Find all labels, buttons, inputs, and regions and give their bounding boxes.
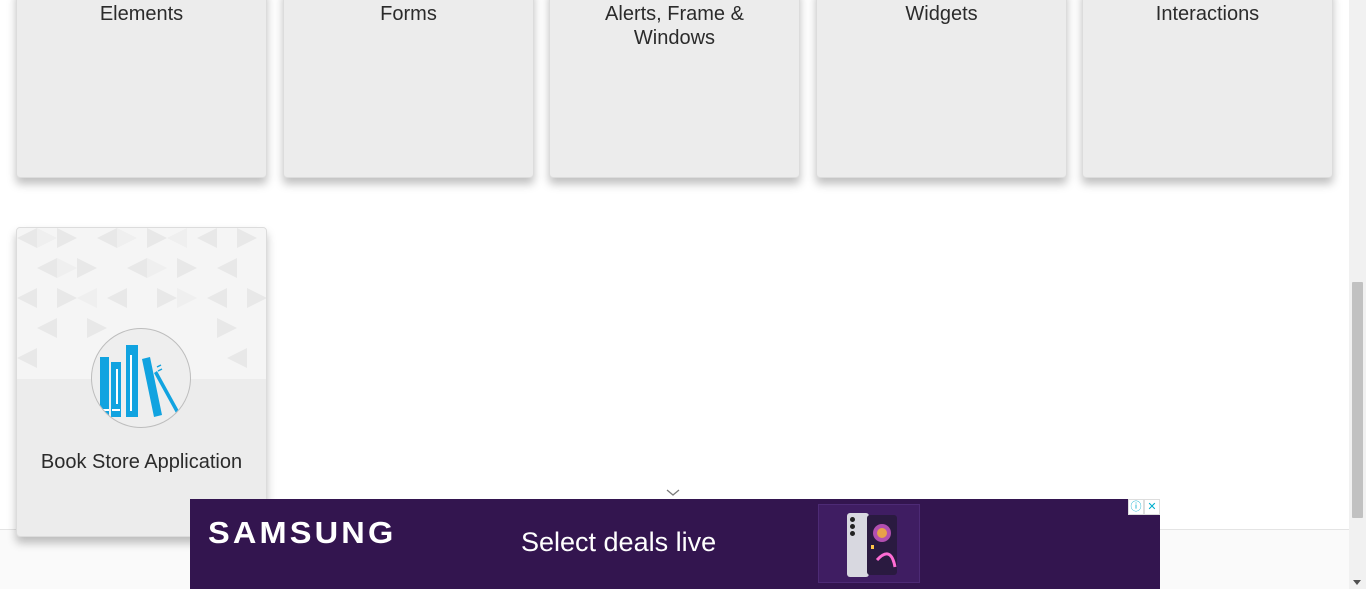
category-card-widgets[interactable]: Widgets: [816, 0, 1067, 178]
card-title: Alerts, Frame & Windows: [605, 3, 744, 49]
scrollbar-thumb[interactable]: [1352, 282, 1363, 518]
card-title: Elements: [99, 3, 184, 25]
category-card-book-store[interactable]: Book Store Application: [16, 227, 267, 537]
category-card-interactions[interactable]: Interactions: [1082, 0, 1333, 178]
ad-controls: ⓘ ✕: [1128, 499, 1160, 515]
books-icon: [91, 328, 191, 428]
ad-banner[interactable]: SAMSUNG Select deals live ⓘ ✕: [190, 499, 1160, 589]
card-title: Forms: [380, 3, 437, 25]
ad-tagline: Select deals live: [521, 527, 717, 557]
scroll-down-icon[interactable]: [1353, 580, 1361, 585]
card-title: Book Store Application: [40, 451, 243, 473]
card-title: Widgets: [905, 3, 978, 25]
category-card-forms[interactable]: Forms: [283, 0, 534, 178]
chevron-down-icon[interactable]: [665, 485, 681, 496]
info-icon[interactable]: ⓘ: [1128, 499, 1144, 515]
category-card-alerts-frame-windows[interactable]: Alerts, Frame & Windows: [549, 0, 800, 178]
close-icon[interactable]: ✕: [1144, 499, 1160, 515]
vertical-scrollbar[interactable]: [1349, 0, 1366, 589]
ad-brand-logo: SAMSUNG: [208, 515, 397, 550]
card-title: Interactions: [1155, 3, 1260, 25]
ad-product-image: [818, 504, 920, 583]
category-card-elements[interactable]: Elements: [16, 0, 267, 178]
